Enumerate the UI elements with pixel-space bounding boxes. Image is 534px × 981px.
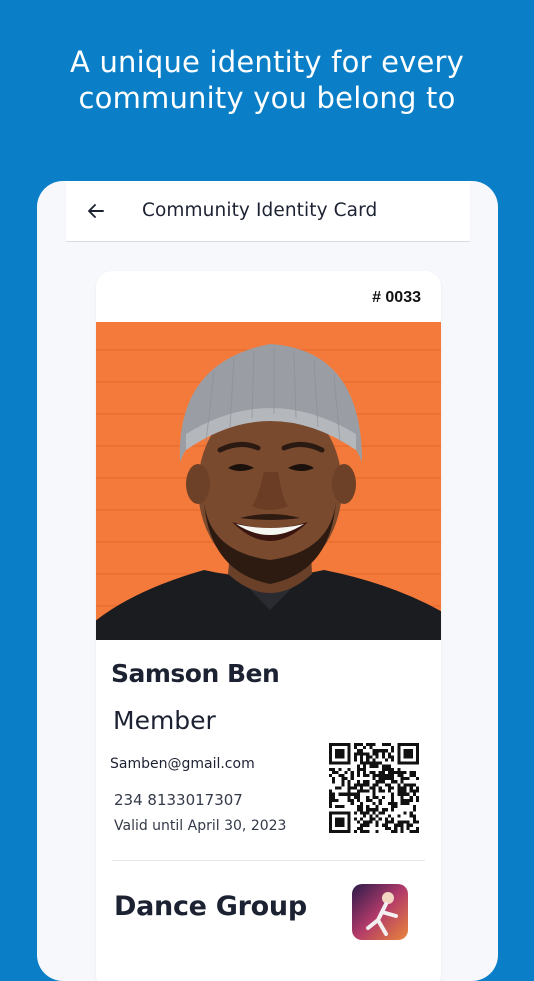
member-email: Samben@gmail.com: [110, 756, 255, 772]
divider: [112, 860, 425, 861]
promo-line-2: community you belong to: [78, 81, 456, 115]
group-avatar: [352, 884, 408, 940]
card-number: # 0033: [372, 289, 421, 306]
identity-card: # 0033 Samson Ben Member Samben@gmail.co…: [96, 271, 441, 981]
validity-date: Valid until April 30, 2023: [114, 818, 287, 834]
member-role: Member: [113, 706, 216, 735]
page-title: Community Identity Card: [142, 200, 378, 221]
member-photo: [96, 322, 441, 640]
community-group-name: Dance Group: [114, 891, 307, 922]
member-phone: 234 8133017307: [114, 791, 243, 809]
qr-code: [329, 743, 419, 833]
phone-screen: Community Identity Card # 0033 Samson Be…: [37, 181, 498, 981]
member-name: Samson Ben: [111, 659, 280, 688]
promo-headline: A unique identity for every community yo…: [0, 44, 534, 116]
arrow-left-icon: [88, 204, 104, 218]
promo-line-1: A unique identity for every: [69, 45, 464, 79]
app-bar: Community Identity Card: [66, 181, 470, 242]
back-button[interactable]: [84, 199, 108, 223]
